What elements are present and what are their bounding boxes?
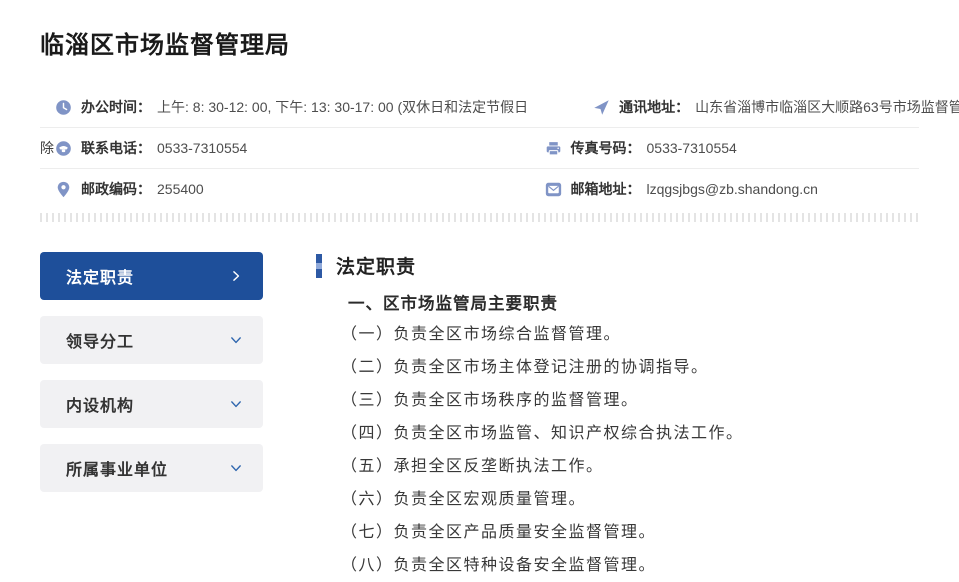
address-label: 通讯地址： <box>619 97 689 117</box>
sidebar-item-internal-departments[interactable]: 内设机构 <box>40 380 263 428</box>
sidebar-item-label: 法定职责 <box>66 264 134 288</box>
contact-info-panel: 办公时间： 上午: 8: 30-12: 00, 下午: 13: 30-17: 0… <box>40 87 919 209</box>
fax-printer-icon <box>545 140 562 157</box>
postcode-label: 邮政编码： <box>81 179 151 199</box>
chevron-down-icon <box>229 333 243 347</box>
sidebar-item-label: 领导分工 <box>66 328 134 352</box>
office-hours-cell: 办公时间： 上午: 8: 30-12: 00, 下午: 13: 30-17: 0… <box>40 97 528 117</box>
page: 临淄区市场监督管理局 办公时间： 上午: 8: 30-12: 00, 下午: 1… <box>0 0 959 582</box>
list-item: （五）承担全区反垄断执法工作。 <box>341 450 919 483</box>
list-item: （八）负责全区特种设备安全监督管理。 <box>341 549 919 582</box>
list-item: （一）负责全区市场综合监督管理。 <box>341 318 919 351</box>
sidebar-item-leadership-division[interactable]: 领导分工 <box>40 316 263 364</box>
envelope-icon <box>545 181 562 198</box>
email-label: 邮箱地址： <box>571 179 641 199</box>
list-item: （六）负责全区宏观质量管理。 <box>341 483 919 516</box>
main-content: 法定职责 一、区市场监管局主要职责 （一）负责全区市场综合监督管理。 （二）负责… <box>316 252 919 582</box>
sidebar-nav: 法定职责 领导分工 内设机构 所属事业单位 <box>40 252 263 508</box>
list-item: （七）负责全区产品质量安全监督管理。 <box>341 516 919 549</box>
email-value: lzqgsjbgs@zb.shandong.cn <box>647 181 818 197</box>
sidebar-item-statutory-duties[interactable]: 法定职责 <box>40 252 263 300</box>
hatched-divider <box>40 213 919 222</box>
list-item: （二）负责全区市场主体登记注册的协调指导。 <box>341 351 919 384</box>
office-hours-value: 上午: 8: 30-12: 00, 下午: 13: 30-17: 00 (双休日… <box>157 97 528 117</box>
clock-icon <box>55 99 72 116</box>
email-cell: 邮箱地址： lzqgsjbgs@zb.shandong.cn <box>480 179 920 199</box>
telephone-icon <box>55 140 72 157</box>
sidebar-item-label: 所属事业单位 <box>66 456 168 480</box>
fax-cell: 传真号码： 0533-7310554 <box>480 138 920 158</box>
map-pin-icon <box>55 181 72 198</box>
contact-row: 邮政编码： 255400 邮箱地址： lzqgsjbgs@zb.shandong… <box>40 169 919 209</box>
duties-list: （一）负责全区市场综合监督管理。 （二）负责全区市场主体登记注册的协调指导。 （… <box>341 318 919 582</box>
wrapped-text-overflow: 除 <box>40 138 54 158</box>
postcode-value: 255400 <box>157 181 204 197</box>
contact-row: 除 联系电话： 0533-7310554 传真号码： 0533-7310554 <box>40 128 919 169</box>
sidebar-item-label: 内设机构 <box>66 392 134 416</box>
chevron-right-icon <box>229 269 243 283</box>
contact-row: 办公时间： 上午: 8: 30-12: 00, 下午: 13: 30-17: 0… <box>40 87 919 128</box>
phone-value: 0533-7310554 <box>157 140 247 156</box>
fax-value: 0533-7310554 <box>647 140 737 156</box>
heading-marker-bar <box>316 254 322 278</box>
list-item: （四）负责全区市场监管、知识产权综合执法工作。 <box>341 417 919 450</box>
location-arrow-icon <box>593 99 610 116</box>
address-cell: 通讯地址： 山东省淄博市临淄区大顺路63号市场监督管理局 <box>528 97 959 117</box>
office-hours-label: 办公时间： <box>81 97 151 117</box>
phone-label: 联系电话： <box>81 138 151 158</box>
page-title: 临淄区市场监督管理局 <box>40 0 919 60</box>
sidebar-item-affiliated-institutions[interactable]: 所属事业单位 <box>40 444 263 492</box>
list-item: （三）负责全区市场秩序的监督管理。 <box>341 384 919 417</box>
fax-label: 传真号码： <box>571 138 641 158</box>
chevron-down-icon <box>229 397 243 411</box>
section-heading-text: 法定职责 <box>336 252 416 279</box>
section-heading: 法定职责 <box>316 252 919 279</box>
phone-cell: 除 联系电话： 0533-7310554 <box>40 138 480 158</box>
address-value: 山东省淄博市临淄区大顺路63号市场监督管理局 <box>695 97 959 117</box>
chevron-down-icon <box>229 461 243 475</box>
postcode-cell: 邮政编码： 255400 <box>40 179 480 199</box>
subsection-title: 一、区市场监管局主要职责 <box>348 290 919 314</box>
